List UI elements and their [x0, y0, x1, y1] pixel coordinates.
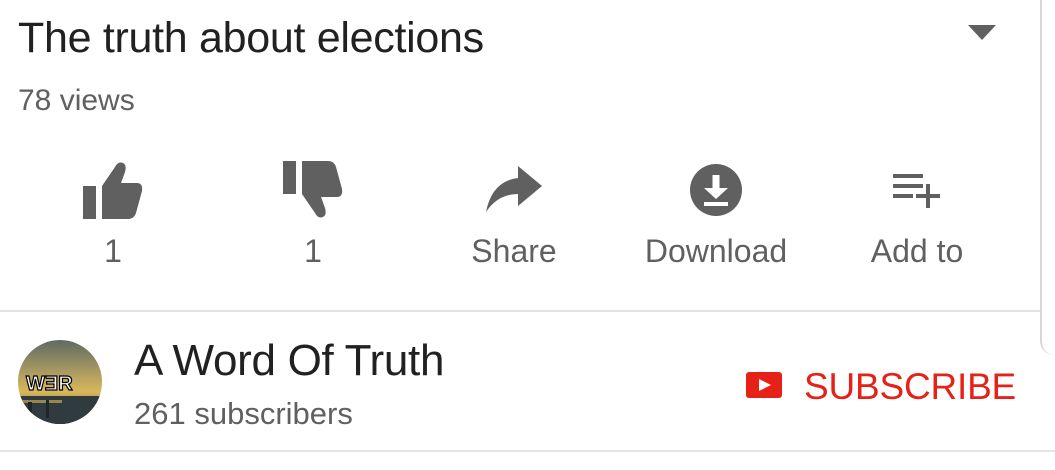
thumb-up-icon: [13, 156, 213, 224]
download-button[interactable]: Download: [616, 150, 816, 280]
channel-avatar[interactable]: WƎR: [18, 340, 102, 424]
channel-name[interactable]: A Word Of Truth: [134, 336, 444, 386]
share-button[interactable]: Share: [414, 150, 614, 280]
like-button[interactable]: 1: [13, 150, 213, 280]
view-count: 78 views: [18, 84, 135, 117]
avatar-logo-text: WƎR: [26, 373, 73, 395]
subscribe-button[interactable]: SUBSCRIBE: [746, 362, 1016, 412]
subscriber-count: 261 subscribers: [134, 396, 353, 431]
dislike-button[interactable]: 1: [213, 150, 413, 280]
youtube-play-icon: [746, 371, 782, 403]
expand-description-button[interactable]: [958, 20, 1006, 50]
action-bar: 1 1 Share Download Add to: [0, 150, 1040, 280]
thumb-down-icon: [213, 156, 413, 224]
add-to-button[interactable]: Add to: [817, 150, 1017, 280]
dislike-count: 1: [304, 233, 322, 269]
add-to-label: Add to: [870, 233, 964, 269]
triangle-down-icon: [968, 24, 996, 46]
subscribe-label: SUBSCRIBE: [804, 366, 1017, 407]
share-label: Share: [471, 233, 557, 269]
download-label: Download: [644, 233, 788, 269]
like-count: 1: [104, 233, 122, 269]
video-info-section: The truth about elections 78 views 1 1 S…: [0, 0, 1040, 312]
playlist-add-icon: [817, 156, 1017, 224]
panel-edge: [1040, 0, 1055, 355]
video-title: The truth about elections: [18, 14, 484, 62]
bottom-divider: [0, 450, 1055, 452]
download-icon: [616, 156, 816, 224]
share-arrow-icon: [414, 156, 614, 224]
channel-row: WƎR A Word Of Truth 261 subscribers SUBS…: [0, 312, 1055, 470]
